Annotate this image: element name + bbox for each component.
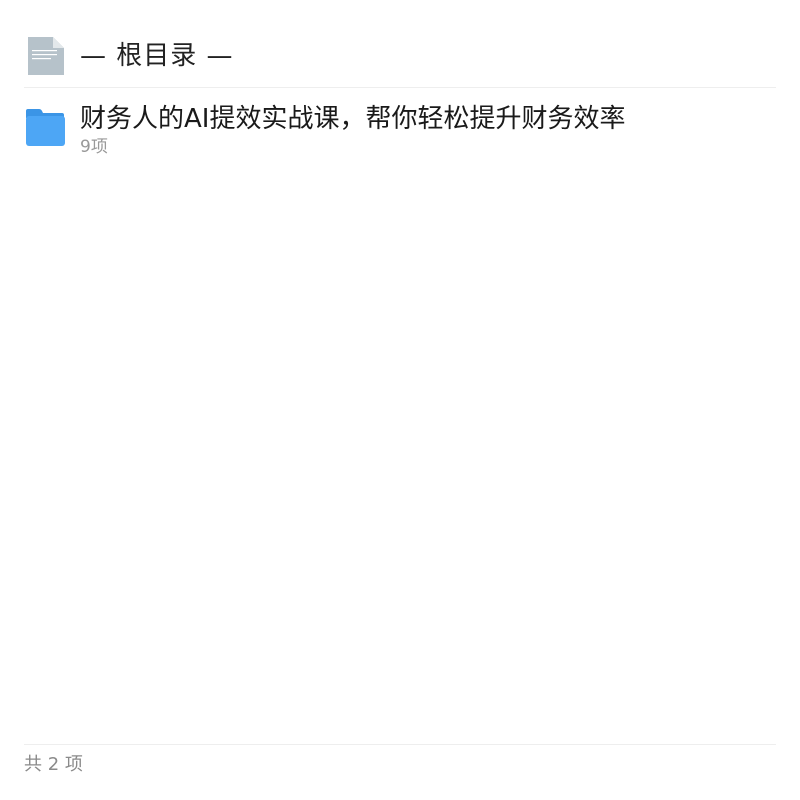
list-footer: 共 2 项 xyxy=(24,744,776,777)
total-count: 共 2 项 xyxy=(24,754,83,775)
directory-header: — 根目录 — xyxy=(24,34,776,88)
folder-item-count: 9项 xyxy=(80,137,108,157)
folder-icon xyxy=(26,109,65,146)
folder-name: 财务人的AI提效实战课，帮你轻松提升财务效率 xyxy=(80,104,626,134)
folder-item-text: 财务人的AI提效实战课，帮你轻松提升财务效率 9项 xyxy=(80,96,625,158)
document-icon xyxy=(28,36,64,75)
folder-item[interactable]: 财务人的AI提效实战课，帮你轻松提升财务效率 9项 xyxy=(24,96,776,166)
file-browser-page: — 根目录 — 财务人的AI提效实战课，帮你轻松提升财务效率 9项 共 2 项 xyxy=(0,0,800,800)
file-list: 财务人的AI提效实战课，帮你轻松提升财务效率 9项 xyxy=(24,96,776,166)
directory-title: — 根目录 — xyxy=(80,40,234,71)
